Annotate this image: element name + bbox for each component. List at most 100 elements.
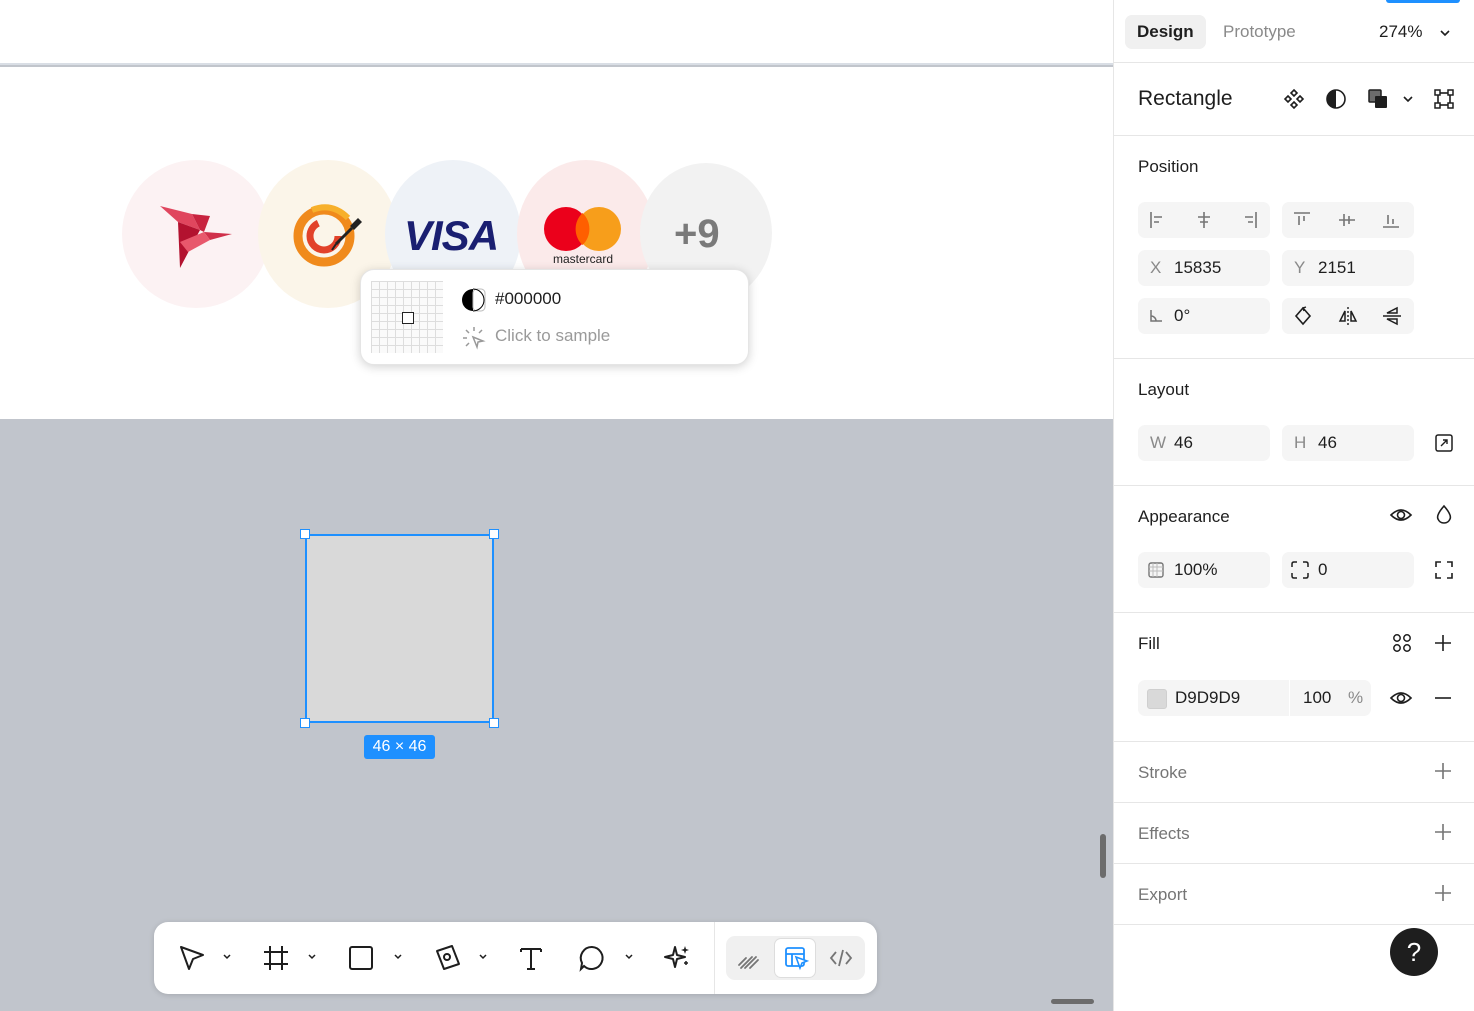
share-button-edge[interactable] (1386, 0, 1460, 3)
resize-to-fit-icon[interactable] (1434, 433, 1454, 453)
boolean-icon[interactable] (1367, 88, 1389, 110)
effects-title[interactable]: Effects (1138, 824, 1190, 844)
text-icon (520, 948, 542, 970)
radius-value[interactable]: 0 (1318, 560, 1327, 580)
fill-divider (1289, 680, 1290, 716)
move-chevron-down-icon[interactable] (222, 952, 232, 962)
dev-mode-icon[interactable] (828, 945, 854, 971)
height-field[interactable]: H 46 (1282, 425, 1414, 461)
styles-grid-icon[interactable] (1392, 632, 1412, 654)
align-top-icon[interactable] (1292, 210, 1312, 230)
text-tool-button[interactable] (513, 936, 549, 980)
w-value[interactable]: 46 (1174, 433, 1193, 453)
rotation-field[interactable]: 0° (1138, 298, 1270, 334)
sample-cursor-icon (463, 327, 486, 350)
component-icon[interactable] (1283, 88, 1305, 110)
rotate-90-icon[interactable] (1292, 305, 1314, 327)
fill-color-swatch[interactable] (1147, 689, 1167, 709)
rotation-value[interactable]: 0° (1174, 306, 1190, 326)
add-export-icon[interactable] (1433, 883, 1453, 903)
frame-chevron-down-icon[interactable] (307, 952, 317, 962)
remove-fill-icon[interactable] (1433, 688, 1453, 708)
comment-tool-button[interactable] (574, 936, 610, 980)
corner-radius-icon (1291, 561, 1309, 579)
fill-row[interactable]: D9D9D9 100 % (1138, 680, 1371, 716)
y-field[interactable]: Y 2151 (1282, 250, 1414, 286)
fill-title: Fill (1138, 634, 1160, 653)
resize-handle-top-right[interactable] (489, 529, 499, 539)
resize-handle-bottom-left[interactable] (300, 718, 310, 728)
divider (1114, 802, 1474, 803)
comment-chevron-down-icon[interactable] (624, 952, 634, 962)
tab-design[interactable]: Design (1125, 15, 1206, 49)
pen-tool-button[interactable] (429, 936, 465, 980)
add-fill-icon[interactable] (1433, 633, 1453, 653)
x-value[interactable]: 15835 (1174, 258, 1221, 278)
zoom-chevron-down-icon[interactable] (1439, 27, 1451, 39)
move-tool-button[interactable] (174, 936, 210, 980)
stroke-title[interactable]: Stroke (1138, 763, 1187, 783)
resize-handle-bottom-right[interactable] (489, 718, 499, 728)
pixel-center (402, 312, 414, 324)
divider (1114, 135, 1474, 136)
actions-button[interactable] (659, 936, 695, 980)
frame-selection-icon[interactable] (1433, 88, 1455, 110)
design-mode-icon[interactable] (783, 945, 809, 971)
shape-chevron-down-icon[interactable] (393, 952, 403, 962)
actions-icon (664, 946, 689, 968)
canvas[interactable]: VISA mastercard +9 #000000 Click to samp… (0, 0, 1113, 1011)
horizontal-scrollbar[interactable] (1051, 999, 1094, 1004)
h-value[interactable]: 46 (1318, 433, 1337, 453)
flip-vertical-icon[interactable] (1381, 305, 1403, 327)
divider (1114, 741, 1474, 742)
opacity-value[interactable]: 100% (1174, 560, 1217, 580)
pen-icon (436, 945, 460, 970)
selected-rectangle[interactable] (305, 534, 494, 723)
sample-hint: Click to sample (495, 326, 611, 345)
vertical-scrollbar[interactable] (1100, 834, 1106, 878)
independent-corners-icon[interactable] (1434, 560, 1454, 580)
rotation-angle-icon (1150, 310, 1162, 322)
pen-chevron-down-icon[interactable] (478, 952, 488, 962)
mode-switcher (726, 936, 865, 980)
appearance-title: Appearance (1138, 507, 1230, 526)
blend-mode-icon[interactable] (1434, 504, 1454, 526)
canvas-top-area (0, 0, 1113, 65)
align-bottom-icon[interactable] (1381, 210, 1401, 230)
y-value[interactable]: 2151 (1318, 258, 1356, 278)
fill-hex-value[interactable]: D9D9D9 (1175, 688, 1240, 708)
more-count: +9 (674, 212, 720, 256)
boolean-chevron-down-icon[interactable] (1402, 93, 1414, 105)
x-field[interactable]: X 15835 (1138, 250, 1270, 286)
fill-visibility-eye-icon[interactable] (1389, 687, 1413, 709)
width-field[interactable]: W 46 (1138, 425, 1270, 461)
layer-name[interactable]: Rectangle (1138, 87, 1233, 111)
properties-panel (1113, 0, 1474, 1011)
fill-opacity-value[interactable]: 100 (1303, 688, 1331, 708)
align-right-icon[interactable] (1239, 210, 1259, 230)
y-label: Y (1294, 258, 1306, 277)
mastercard-logo-icon (544, 207, 621, 251)
frame-tool-button[interactable] (258, 936, 294, 980)
draw-mode-icon[interactable] (736, 945, 762, 971)
zoom-level[interactable]: 274% (1379, 22, 1422, 42)
divider (1114, 485, 1474, 486)
help-button[interactable]: ? (1390, 928, 1438, 976)
export-title[interactable]: Export (1138, 885, 1187, 905)
opacity-field[interactable]: 100% (1138, 552, 1270, 588)
align-left-icon[interactable] (1148, 210, 1168, 230)
add-effect-icon[interactable] (1433, 822, 1453, 842)
frame-icon (264, 946, 288, 970)
align-middle-icon[interactable] (1337, 210, 1357, 230)
vertical-align-group (1282, 202, 1414, 238)
tab-prototype[interactable]: Prototype (1211, 15, 1308, 49)
resize-handle-top-left[interactable] (300, 529, 310, 539)
eye-icon[interactable] (1389, 504, 1413, 526)
bird-logo-icon (160, 206, 232, 268)
add-stroke-icon[interactable] (1433, 761, 1453, 781)
mask-icon[interactable] (1325, 88, 1347, 110)
align-center-horizontal-icon[interactable] (1194, 210, 1214, 230)
flip-horizontal-icon[interactable] (1337, 305, 1359, 327)
corner-radius-field[interactable]: 0 (1282, 552, 1414, 588)
rectangle-tool-button[interactable] (343, 936, 379, 980)
